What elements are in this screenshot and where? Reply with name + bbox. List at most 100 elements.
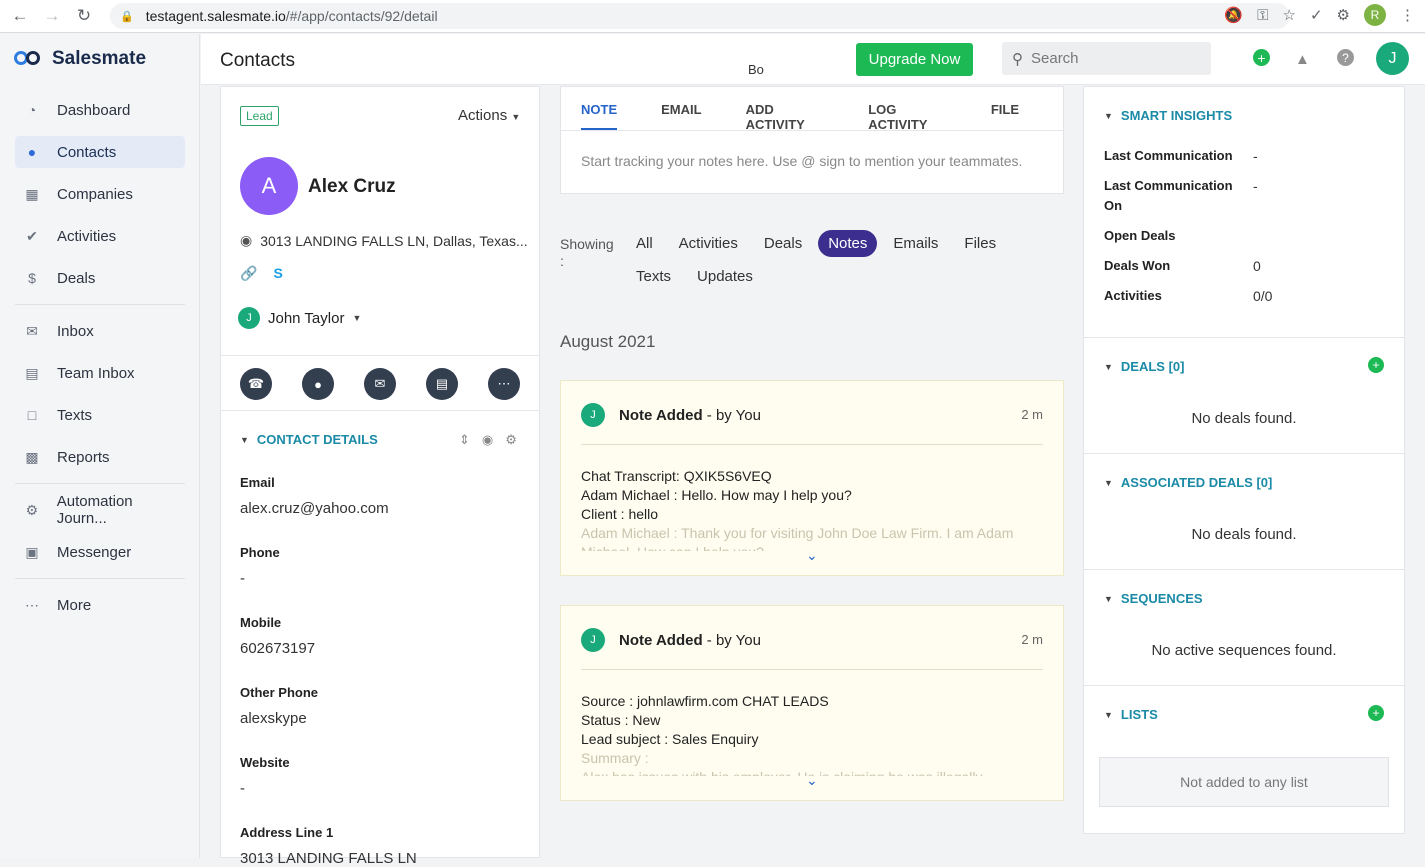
more-actions-button[interactable]: ⋯ <box>488 368 520 400</box>
deals-toggle[interactable]: ▼ DEALS [0] <box>1104 359 1184 374</box>
nav-item-inbox[interactable]: ✉ Inbox <box>15 315 185 347</box>
filter-all[interactable]: All <box>626 230 663 257</box>
search-input[interactable]: ⚲ Search <box>1002 42 1211 75</box>
nav-item-automation[interactable]: ⚙ Automation Journ... <box>15 493 185 527</box>
message-button[interactable]: ▤ <box>426 368 458 400</box>
filter-updates[interactable]: Updates <box>687 263 763 290</box>
filter-files[interactable]: Files <box>954 230 1006 257</box>
nav-item-texts[interactable]: □ Texts <box>15 399 185 431</box>
note-time: 2 m <box>1021 407 1043 422</box>
reload-icon[interactable]: ↻ <box>68 6 100 26</box>
nav-item-more[interactable]: ⋯ More <box>15 589 185 621</box>
star-icon[interactable]: ☆ <box>1283 6 1296 24</box>
upgrade-button[interactable]: Upgrade Now <box>856 43 973 76</box>
contact-card: Lead Actions ▼ A Alex Cruz ◉ 3013 LANDIN… <box>220 86 540 867</box>
nav-item-team-inbox[interactable]: ▤ Team Inbox <box>15 357 185 389</box>
gear-icon[interactable]: ⚙ <box>505 432 517 448</box>
nav-item-contacts[interactable]: ● Contacts <box>15 136 185 168</box>
note-body: Chat Transcript: QXIK5S6VEQ Adam Michael… <box>581 467 1043 551</box>
note-card: J Note Added - by You 2 m Chat Transcrip… <box>560 380 1064 576</box>
field-value[interactable]: alex.cruz@yahoo.com <box>240 500 389 517</box>
field-value[interactable]: 602673197 <box>240 640 315 657</box>
field-label: Phone <box>240 545 280 560</box>
call-button[interactable]: ☎ <box>240 368 272 400</box>
key-icon[interactable]: ⚿ <box>1257 7 1268 24</box>
address-bar[interactable]: 🔒 testagent.salesmate.io/#/app/contacts/… <box>110 3 1290 29</box>
note-input[interactable]: Start tracking your notes here. Use @ si… <box>561 131 1063 191</box>
help-icon[interactable]: ? <box>1337 49 1354 66</box>
insight-label: Activities <box>1104 288 1162 303</box>
building-icon: ▦ <box>25 185 39 202</box>
filter-activities[interactable]: Activities <box>669 230 748 257</box>
contact-details-toggle[interactable]: ▼ CONTACT DETAILS <box>240 432 378 447</box>
brand-name: Salesmate <box>52 48 147 69</box>
expand-chevron-icon[interactable]: ⌄ <box>806 547 818 564</box>
note-avatar: J <box>581 628 605 652</box>
main-nav: ◔ Dashboard ● Contacts ▦ Companies ✔ Activit… <box>15 94 185 631</box>
add-icon[interactable]: + <box>1253 49 1270 66</box>
nav-item-activities[interactable]: ✔ Activities <box>15 220 185 252</box>
tab-log-activity[interactable]: LOG ACTIVITY <box>868 87 947 132</box>
extension-check-icon[interactable]: ✓ <box>1310 6 1323 24</box>
inbox-tray-icon: ▤ <box>25 364 39 381</box>
field-value[interactable]: - <box>240 780 290 797</box>
chevron-down-icon: ▼ <box>352 313 362 323</box>
lists-toggle[interactable]: ▼ LISTS <box>1104 707 1158 722</box>
dashboard-icon: ◔ <box>27 102 37 118</box>
tab-add-activity[interactable]: ADD ACTIVITY <box>746 87 825 132</box>
notification-off-icon[interactable]: 🔕 <box>1224 6 1243 24</box>
back-icon[interactable]: ← <box>4 6 36 26</box>
nav-label: Team Inbox <box>57 364 135 382</box>
check-circle-icon: ✔ <box>26 227 38 244</box>
field-value[interactable]: - <box>240 570 280 587</box>
note-line: Status : New <box>581 712 661 728</box>
lead-badge: Lead <box>240 106 279 126</box>
tab-email[interactable]: EMAIL <box>661 87 701 130</box>
filter-emails[interactable]: Emails <box>883 230 948 257</box>
insight-value: - <box>1253 148 1258 164</box>
link-icon[interactable]: 🔗 <box>240 265 257 282</box>
expand-chevron-icon[interactable]: ⌄ <box>806 772 818 789</box>
forward-icon[interactable]: → <box>36 6 68 26</box>
chevron-down-icon: ▼ <box>1104 593 1113 604</box>
field-value[interactable]: 3013 LANDING FALLS LN <box>240 850 417 867</box>
brand-logo[interactable]: Salesmate <box>14 48 146 70</box>
note-line: Lead subject : Sales Enquiry <box>581 731 759 747</box>
partial-text: Bo <box>748 62 764 77</box>
contact-links: 🔗 S <box>240 265 283 282</box>
bell-icon[interactable]: ▲ <box>1295 51 1310 68</box>
search-icon: ⚲ <box>1012 50 1023 68</box>
user-avatar[interactable]: J <box>1376 42 1409 75</box>
sequences-toggle[interactable]: ▼ SEQUENCES <box>1104 591 1203 606</box>
nav-item-deals[interactable]: $ Deals <box>15 262 185 294</box>
nav-item-reports[interactable]: ▩ Reports <box>15 441 185 473</box>
panel-title: SEQUENCES <box>1120 591 1203 606</box>
filter-texts[interactable]: Texts <box>626 263 681 290</box>
associated-deals-toggle[interactable]: ▼ ASSOCIATED DEALS [0] <box>1104 475 1272 490</box>
tab-note[interactable]: NOTE <box>581 87 618 130</box>
actions-dropdown[interactable]: Actions ▼ <box>458 107 520 124</box>
menu-dots-icon[interactable]: ⋮ <box>1400 6 1415 24</box>
filter-deals[interactable]: Deals <box>754 230 812 257</box>
sort-icon[interactable]: ⇕ <box>459 432 470 448</box>
sms-button[interactable]: ● <box>302 368 334 400</box>
nav-item-dashboard[interactable]: ◔ Dashboard <box>15 94 185 126</box>
nav-item-messenger[interactable]: ▣ Messenger <box>15 536 185 568</box>
owner-selector[interactable]: J John Taylor ▼ <box>238 307 361 329</box>
address-text: 3013 LANDING FALLS LN, Dallas, Texas... <box>260 232 528 249</box>
eye-icon[interactable]: ◉ <box>482 432 493 448</box>
skype-icon[interactable]: S <box>273 265 282 282</box>
smart-insights-toggle[interactable]: ▼ SMART INSIGHTS <box>1104 108 1232 123</box>
filter-notes[interactable]: Notes <box>818 230 878 257</box>
nav-label: More <box>57 596 92 614</box>
nav-label: Contacts <box>57 143 117 161</box>
chevron-down-icon: ▼ <box>1104 110 1113 121</box>
tab-file[interactable]: FILE <box>991 87 1019 130</box>
add-deal-icon[interactable]: + <box>1368 357 1384 373</box>
field-value[interactable]: alexskype <box>240 710 318 727</box>
profile-avatar[interactable]: R <box>1364 4 1386 26</box>
puzzle-icon[interactable]: ⚙ <box>1337 6 1350 24</box>
nav-item-companies[interactable]: ▦ Companies <box>15 178 185 210</box>
email-button[interactable]: ✉ <box>364 368 396 400</box>
add-list-icon[interactable]: + <box>1368 705 1384 721</box>
